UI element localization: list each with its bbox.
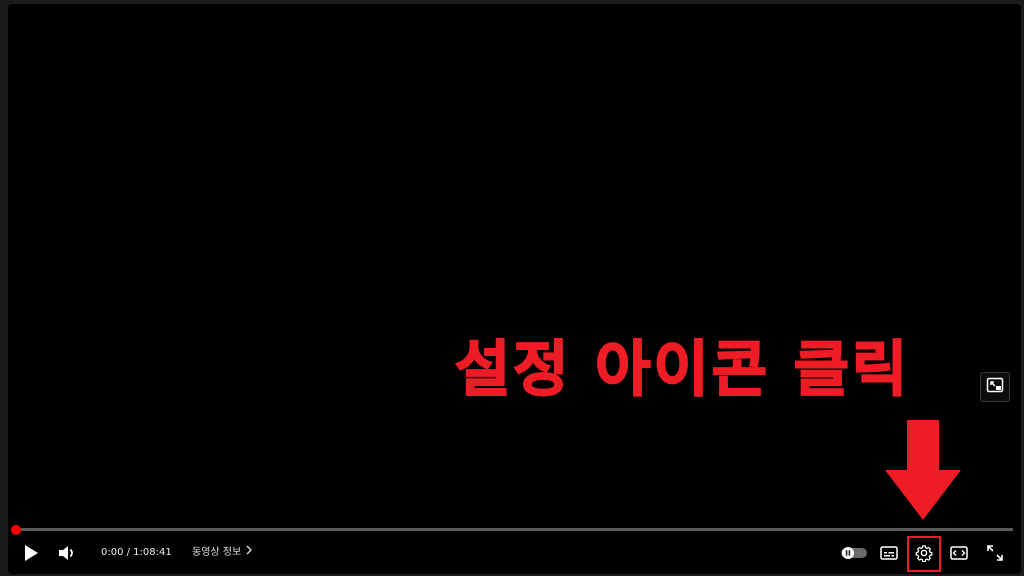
annotation-text: 설정 아이콘 클릭	[454, 334, 911, 406]
play-icon	[24, 545, 38, 561]
video-info-link[interactable]: 동영상 정보	[192, 545, 253, 561]
volume-icon	[59, 545, 77, 561]
autoplay-toggle[interactable]	[840, 545, 868, 561]
volume-button[interactable]	[57, 543, 79, 563]
progress-bar[interactable]	[13, 528, 1013, 531]
theater-mode-icon	[950, 546, 968, 560]
fullscreen-icon	[987, 545, 1003, 561]
time-display: 0:00 / 1:08:41	[101, 547, 172, 558]
chevron-right-icon	[246, 545, 253, 561]
play-button[interactable]	[20, 543, 42, 563]
video-player[interactable]	[8, 4, 1021, 574]
progress-scrubber[interactable]	[11, 525, 21, 535]
annotation-arrow	[885, 420, 961, 520]
video-info-label: 동영상 정보	[192, 547, 242, 558]
subtitles-button[interactable]	[878, 543, 900, 563]
autoplay-toggle-icon	[840, 546, 868, 560]
subtitles-icon	[880, 546, 898, 560]
fullscreen-button[interactable]	[984, 543, 1006, 563]
theater-mode-button[interactable]	[948, 543, 970, 563]
page-frame: 설정 아이콘 클릭 0:00 / 1:08:41 동영상 정보	[0, 0, 1024, 576]
settings-highlight	[907, 536, 941, 572]
miniplayer-icon	[986, 376, 1004, 399]
miniplayer-button[interactable]	[980, 372, 1010, 402]
